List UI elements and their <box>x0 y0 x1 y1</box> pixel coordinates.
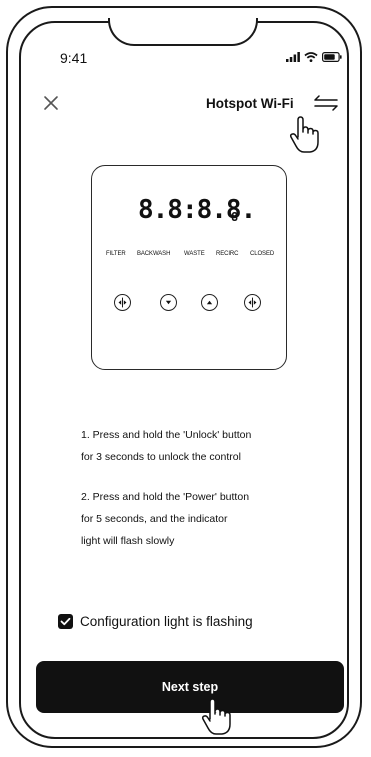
phone-notch <box>108 18 258 46</box>
down-button-icon <box>160 294 177 311</box>
close-icon[interactable] <box>40 92 62 114</box>
next-step-button[interactable]: Next step <box>36 661 344 713</box>
instruction-line: for 5 seconds, and the indicator <box>81 513 228 525</box>
confirm-checkbox[interactable] <box>58 614 73 629</box>
status-icons <box>286 50 342 64</box>
indicator-filter: FILTER <box>106 251 126 257</box>
instruction-line: light will flash slowly <box>81 535 175 547</box>
unlock-button-icon <box>114 294 131 311</box>
switch-arrows-icon[interactable] <box>313 95 339 111</box>
wifi-icon <box>304 52 318 62</box>
signal-icon <box>286 52 300 62</box>
segment-display-small: 8 <box>231 210 239 224</box>
status-time: 9:41 <box>60 50 88 66</box>
battery-icon <box>322 52 342 62</box>
confirm-label[interactable]: Configuration light is flashing <box>80 614 253 629</box>
indicator-backwash: BACKWASH <box>137 251 171 257</box>
instruction-step-1: 1. Press and hold the 'Unlock' button fo… <box>81 424 321 468</box>
power-button-icon <box>244 294 261 311</box>
hand-pointer-icon <box>201 698 231 735</box>
page-title: Hotspot Wi-Fi <box>206 96 294 111</box>
next-step-label: Next step <box>161 680 219 694</box>
up-button-icon <box>201 294 218 311</box>
checkmark-icon <box>60 617 71 626</box>
hand-pointer-icon <box>289 116 319 153</box>
instruction-line: 2. Press and hold the 'Power' button <box>81 491 250 503</box>
indicator-waste: WASTE <box>184 251 205 257</box>
instruction-step-2: 2. Press and hold the 'Power' button for… <box>81 486 321 552</box>
indicator-closed: CLOSED <box>250 251 275 257</box>
instruction-line: for 3 seconds to unlock the control <box>81 451 241 463</box>
instruction-line: 1. Press and hold the 'Unlock' button <box>81 429 252 441</box>
indicator-recirc: RECIRC <box>216 251 239 257</box>
